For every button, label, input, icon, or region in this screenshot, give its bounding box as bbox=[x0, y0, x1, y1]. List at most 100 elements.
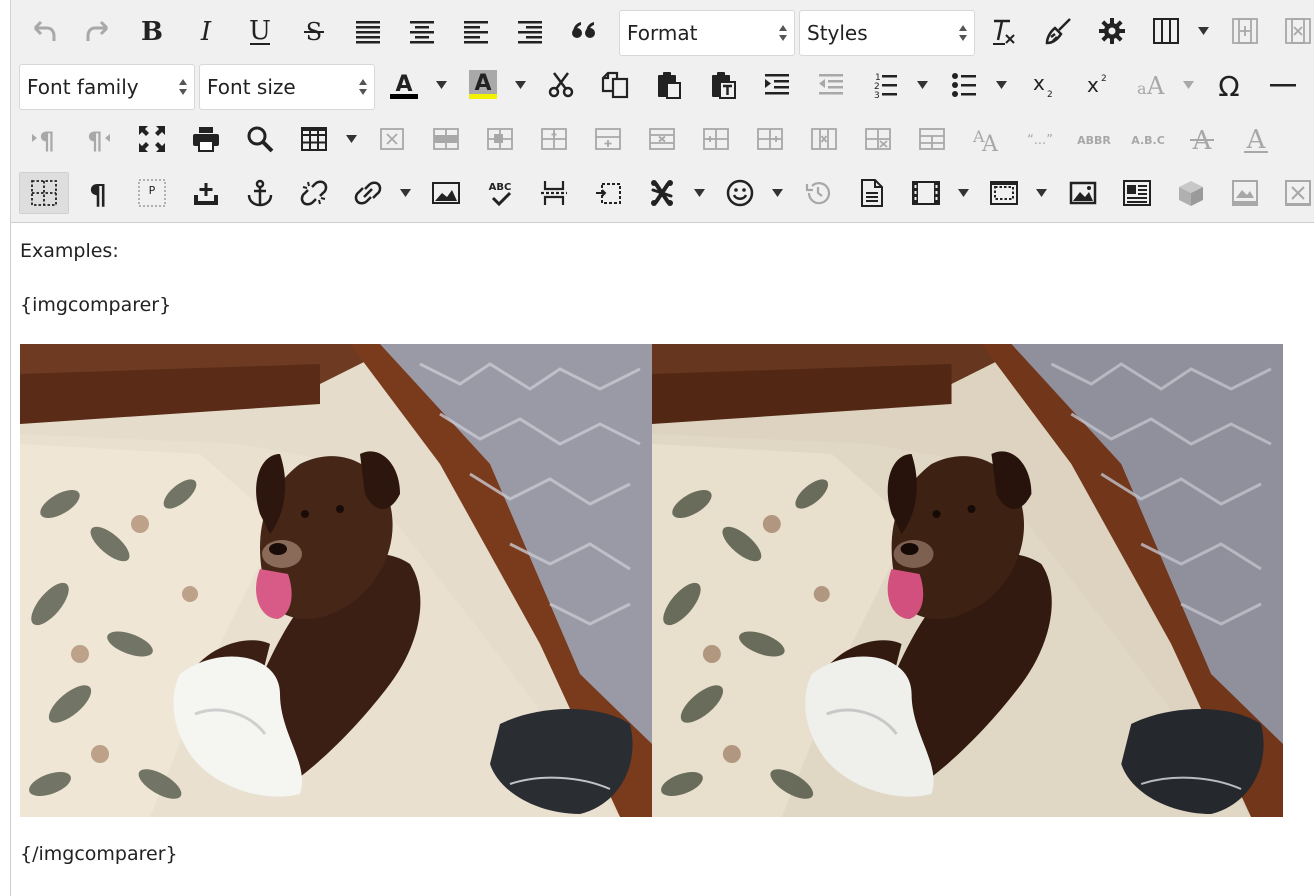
subscript-button[interactable]: x2 bbox=[1018, 64, 1068, 106]
unlink-button[interactable] bbox=[289, 172, 339, 214]
cleanup-button[interactable] bbox=[1033, 10, 1083, 52]
numbered-list-dropdown-arrow[interactable] bbox=[912, 64, 932, 106]
spellcheck-button[interactable]: ABC bbox=[475, 172, 525, 214]
link-button[interactable] bbox=[343, 172, 393, 214]
background-color-dropdown-arrow[interactable] bbox=[510, 64, 530, 106]
table-dropdown-arrow[interactable] bbox=[341, 118, 361, 160]
table-cell-properties-button[interactable] bbox=[475, 118, 525, 160]
font-family-select[interactable]: Font family bbox=[19, 64, 195, 110]
font-size-select[interactable]: Font size bbox=[199, 64, 375, 110]
table-row-properties-button[interactable] bbox=[421, 118, 471, 160]
cut-button[interactable] bbox=[536, 64, 586, 106]
redo-button[interactable] bbox=[73, 10, 123, 52]
emoticons-dropdown-arrow[interactable] bbox=[767, 172, 787, 214]
format-select[interactable]: Format bbox=[619, 10, 795, 56]
underline-button[interactable]: U bbox=[235, 10, 285, 52]
visual-aid-button[interactable] bbox=[19, 172, 69, 214]
dog-photo-original[interactable] bbox=[20, 344, 652, 817]
joomla-dropdown-arrow[interactable] bbox=[689, 172, 709, 214]
indent-button[interactable] bbox=[752, 64, 802, 106]
template-button[interactable] bbox=[847, 172, 897, 214]
align-center-button[interactable] bbox=[397, 10, 447, 52]
align-left-button[interactable] bbox=[451, 10, 501, 52]
horizontal-rule-icon bbox=[1270, 84, 1296, 87]
split-cells-button[interactable] bbox=[853, 118, 903, 160]
underline-format-button[interactable]: A bbox=[1231, 118, 1281, 160]
caret-down-icon bbox=[399, 189, 411, 197]
article-button[interactable] bbox=[1112, 172, 1162, 214]
restore-draft-button[interactable] bbox=[793, 172, 843, 214]
bullet-list-dropdown-arrow[interactable] bbox=[991, 64, 1011, 106]
emoticons-button[interactable] bbox=[715, 172, 765, 214]
paste-as-text-button[interactable] bbox=[698, 64, 748, 106]
layer-button[interactable] bbox=[979, 172, 1029, 214]
styles-select[interactable]: Styles bbox=[799, 10, 975, 56]
quote-button[interactable]: “...” bbox=[1015, 118, 1065, 160]
delete-row-button[interactable] bbox=[637, 118, 687, 160]
insert-column-after-button[interactable] bbox=[745, 118, 795, 160]
styles-format-button[interactable]: AA bbox=[961, 118, 1011, 160]
numbered-list-button[interactable]: 123 bbox=[860, 64, 910, 106]
rtl-button[interactable]: ¶ bbox=[73, 118, 123, 160]
horizontal-rule-button[interactable] bbox=[1258, 64, 1308, 106]
align-right-button[interactable] bbox=[505, 10, 555, 52]
bold-button[interactable]: B bbox=[127, 10, 177, 52]
image-manager-button[interactable] bbox=[1058, 172, 1108, 214]
text-color-dropdown-arrow[interactable] bbox=[431, 64, 451, 106]
abbreviation-button[interactable]: ABBR bbox=[1069, 118, 1119, 160]
insert-column-before-button[interactable] bbox=[691, 118, 741, 160]
blockquote-button[interactable] bbox=[559, 10, 609, 52]
joomla-button[interactable] bbox=[637, 172, 687, 214]
insert-row-after-button[interactable] bbox=[583, 118, 633, 160]
background-color-button[interactable]: A bbox=[458, 64, 508, 106]
delete-column-table-button[interactable] bbox=[799, 118, 849, 160]
ltr-button[interactable]: ¶ bbox=[19, 118, 69, 160]
updown-arrows-icon bbox=[959, 25, 967, 41]
media-button[interactable] bbox=[901, 172, 951, 214]
fullscreen-button[interactable] bbox=[127, 118, 177, 160]
remove-format-button[interactable]: A bbox=[1177, 118, 1227, 160]
text-color-button[interactable]: A bbox=[379, 64, 429, 106]
nonbreaking-button[interactable] bbox=[583, 172, 633, 214]
svg-text:3: 3 bbox=[874, 91, 880, 101]
justify-button[interactable] bbox=[343, 10, 393, 52]
show-blocks-button[interactable]: ¶ bbox=[73, 172, 123, 214]
strikethrough-button[interactable]: S bbox=[289, 10, 339, 52]
bullet-list-button[interactable] bbox=[939, 64, 989, 106]
undo-button[interactable] bbox=[19, 10, 69, 52]
link-dropdown-arrow[interactable] bbox=[395, 172, 415, 214]
columns-button[interactable] bbox=[1141, 10, 1191, 52]
image-button[interactable] bbox=[421, 172, 471, 214]
superscript-button[interactable]: x2 bbox=[1072, 64, 1122, 106]
search-replace-button[interactable] bbox=[235, 118, 285, 160]
acronym-button[interactable]: A.B.C bbox=[1123, 118, 1173, 160]
toolbar-row-4: ¶ P ABC bbox=[17, 166, 1314, 220]
anchor-button[interactable] bbox=[235, 172, 285, 214]
insert-column-button[interactable] bbox=[1220, 10, 1270, 52]
layer-dropdown-arrow[interactable] bbox=[1031, 172, 1051, 214]
columns-dropdown-arrow[interactable] bbox=[1193, 10, 1213, 52]
text-case-dropdown-arrow[interactable] bbox=[1178, 64, 1198, 106]
object-button[interactable] bbox=[1166, 172, 1216, 214]
outdent-button[interactable] bbox=[806, 64, 856, 106]
delete-table-button[interactable] bbox=[367, 118, 417, 160]
copy-button[interactable] bbox=[590, 64, 640, 106]
media-dropdown-arrow[interactable] bbox=[953, 172, 973, 214]
insert-row-before-button[interactable] bbox=[529, 118, 579, 160]
image-properties-button[interactable] bbox=[1220, 172, 1270, 214]
print-button[interactable] bbox=[181, 118, 231, 160]
dog-photo-compared[interactable] bbox=[652, 344, 1283, 817]
show-paragraphs-button[interactable]: P bbox=[127, 172, 177, 214]
italic-button[interactable]: I bbox=[181, 10, 231, 52]
page-break-button[interactable] bbox=[529, 172, 579, 214]
table-button[interactable] bbox=[289, 118, 339, 160]
paste-button[interactable] bbox=[644, 64, 694, 106]
insert-button[interactable] bbox=[181, 172, 231, 214]
merge-cells-button[interactable] bbox=[907, 118, 957, 160]
settings-button[interactable] bbox=[1087, 10, 1137, 52]
delete-column-button[interactable] bbox=[1273, 10, 1314, 52]
delete-object-button[interactable] bbox=[1273, 172, 1314, 214]
clear-formatting-button[interactable] bbox=[979, 10, 1029, 52]
text-case-button[interactable]: aA bbox=[1126, 64, 1176, 106]
special-character-button[interactable]: Ω bbox=[1204, 64, 1254, 106]
